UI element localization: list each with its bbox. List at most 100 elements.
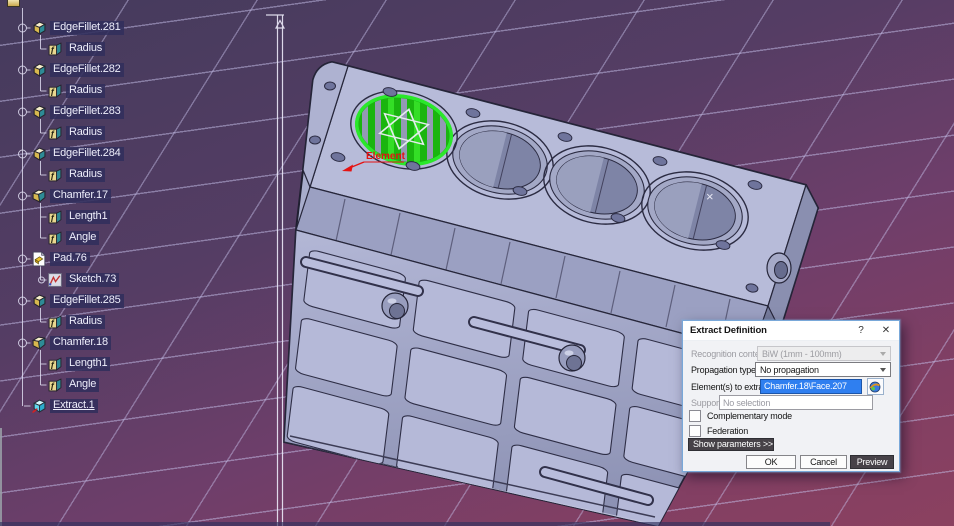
right-end-ring[interactable] xyxy=(767,253,791,283)
svg-text:ƒ: ƒ xyxy=(50,234,55,244)
tree-item-label[interactable]: Chamfer.17 xyxy=(50,189,111,203)
propagation-type-label: Propagation type: xyxy=(691,365,755,375)
tree-item-radius[interactable]: ƒ Radius xyxy=(47,39,105,59)
close-icon[interactable]: ✕ xyxy=(882,325,890,336)
svg-text:ƒ: ƒ xyxy=(50,360,55,370)
preview-button[interactable]: Preview xyxy=(850,455,894,469)
svg-text:Element: Element xyxy=(366,151,406,162)
tree-item-chamfer-18[interactable]: Chamfer.18 xyxy=(31,333,111,353)
chamfer-icon xyxy=(31,335,47,351)
support-field[interactable] xyxy=(719,395,873,410)
tree-item-label[interactable]: Angle xyxy=(66,378,99,392)
extract-icon xyxy=(31,398,47,414)
ok-button[interactable]: OK xyxy=(746,455,796,469)
tree-item-length1[interactable]: ƒ Length1 xyxy=(47,354,110,374)
recognition-context-label: Recognition context: xyxy=(691,349,757,359)
tree-item-label[interactable]: EdgeFillet.283 xyxy=(50,105,124,119)
front-boss xyxy=(382,293,408,319)
specification-tree[interactable]: EdgeFillet.281ƒRadiusEdgeFillet.282ƒRadi… xyxy=(0,0,270,526)
tree-item-angle[interactable]: ƒ Angle xyxy=(47,228,99,248)
tree-item-label[interactable]: Radius xyxy=(66,168,105,182)
param-icon: ƒ xyxy=(47,83,63,99)
tree-item-label[interactable]: Angle xyxy=(66,231,99,245)
svg-text:ƒ: ƒ xyxy=(50,45,55,55)
param-icon: ƒ xyxy=(47,125,63,141)
tree-item-sketch-73[interactable]: Sketch.73 xyxy=(47,270,119,290)
federation-checkbox[interactable]: Federation xyxy=(689,425,748,437)
tree-item-pad-76[interactable]: Pad.76 xyxy=(31,249,90,269)
multi-output-icon xyxy=(869,381,881,393)
propagation-type-select[interactable]: No propagation xyxy=(755,362,891,377)
tree-item-radius[interactable]: ƒ Radius xyxy=(47,81,105,101)
tree-item-label[interactable]: EdgeFillet.284 xyxy=(50,147,124,161)
recognition-context-select: BiW (1mm - 100mm) xyxy=(757,346,891,361)
tree-item-label[interactable]: Radius xyxy=(66,315,105,329)
svg-text:ƒ: ƒ xyxy=(50,171,55,181)
checkbox-icon[interactable] xyxy=(689,410,701,422)
chevron-down-icon xyxy=(880,368,886,372)
svg-text:ƒ: ƒ xyxy=(50,381,55,391)
tree-item-label[interactable]: Pad.76 xyxy=(50,252,90,266)
tree-item-edgefillet-283[interactable]: EdgeFillet.283 xyxy=(31,102,124,122)
tree-item-extract-1[interactable]: Extract.1 xyxy=(31,396,98,416)
multi-output-button[interactable] xyxy=(867,378,884,395)
elements-to-extract-row: Element(s) to extract Chamfer.18\Face.20… xyxy=(691,379,891,394)
tree-item-radius[interactable]: ƒ Radius xyxy=(47,312,105,332)
svg-text:ƒ: ƒ xyxy=(50,213,55,223)
param-icon: ƒ xyxy=(47,230,63,246)
tree-item-label[interactable]: Length1 xyxy=(66,357,110,371)
svg-text:ƒ: ƒ xyxy=(50,318,55,328)
fillet-icon xyxy=(31,293,47,309)
dialog-title: Extract Definition xyxy=(690,325,767,336)
tree-item-label[interactable]: Sketch.73 xyxy=(66,273,119,287)
viewport-bottom-edge xyxy=(0,522,830,526)
cursor-cross: × xyxy=(706,189,714,204)
complementary-mode-checkbox[interactable]: Complementary mode xyxy=(689,410,792,422)
param-icon: ƒ xyxy=(47,377,63,393)
tree-item-edgefillet-281[interactable]: EdgeFillet.281 xyxy=(31,18,124,38)
cancel-button[interactable]: Cancel xyxy=(800,455,847,469)
tree-item-label[interactable]: Radius xyxy=(66,126,105,140)
show-parameters-button[interactable]: Show parameters >> xyxy=(688,438,774,451)
elements-to-extract-field[interactable]: Chamfer.18\Face.207 xyxy=(760,379,862,394)
recognition-context-value: BiW (1mm - 100mm) xyxy=(762,349,842,359)
tree-item-label[interactable]: Chamfer.18 xyxy=(50,336,111,350)
help-button[interactable]: ? xyxy=(858,325,863,336)
param-icon: ƒ xyxy=(47,41,63,57)
param-icon: ƒ xyxy=(47,356,63,372)
fillet-icon xyxy=(31,104,47,120)
tree-item-label[interactable]: EdgeFillet.281 xyxy=(50,21,124,35)
extract-definition-dialog[interactable]: Extract Definition ? ✕ Recognition conte… xyxy=(682,320,900,472)
chevron-down-icon xyxy=(880,352,886,356)
tree-item-angle[interactable]: ƒ Angle xyxy=(47,375,99,395)
tree-item-edgefillet-282[interactable]: EdgeFillet.282 xyxy=(31,60,124,80)
sketch-icon xyxy=(47,272,63,288)
tree-item-label[interactable]: Extract.1 xyxy=(50,399,98,413)
front-boss xyxy=(559,345,585,371)
tree-item-edgefillet-284[interactable]: EdgeFillet.284 xyxy=(31,144,124,164)
fillet-icon xyxy=(31,62,47,78)
tree-item-label[interactable]: EdgeFillet.282 xyxy=(50,63,124,77)
chamfer-icon xyxy=(31,188,47,204)
checkbox-icon[interactable] xyxy=(689,425,701,437)
fillet-icon xyxy=(31,146,47,162)
tree-item-label[interactable]: EdgeFillet.285 xyxy=(50,294,124,308)
tree-item-chamfer-17[interactable]: Chamfer.17 xyxy=(31,186,111,206)
tree-item-label[interactable]: Radius xyxy=(66,84,105,98)
fillet-icon xyxy=(31,20,47,36)
tree-item-radius[interactable]: ƒRadius xyxy=(47,123,105,143)
tree-item-label[interactable]: Radius xyxy=(66,42,105,56)
tree-item-label[interactable]: Length1 xyxy=(66,210,110,224)
param-icon: ƒ xyxy=(47,209,63,225)
param-icon: ƒ xyxy=(47,314,63,330)
dialog-title-bar[interactable]: Extract Definition ? ✕ xyxy=(683,321,899,341)
viewport-left-edge xyxy=(0,428,2,526)
federation-label: Federation xyxy=(707,426,748,436)
tree-item-length1[interactable]: ƒ Length1 xyxy=(47,207,110,227)
support-row: Support : xyxy=(691,395,891,410)
tree-item-radius[interactable]: ƒ Radius xyxy=(47,165,105,185)
pad-icon xyxy=(31,251,47,267)
svg-text:ƒ: ƒ xyxy=(50,87,55,97)
tree-item-edgefillet-285[interactable]: EdgeFillet.285 xyxy=(31,291,124,311)
propagation-type-row: Propagation type: No propagation xyxy=(691,362,891,377)
